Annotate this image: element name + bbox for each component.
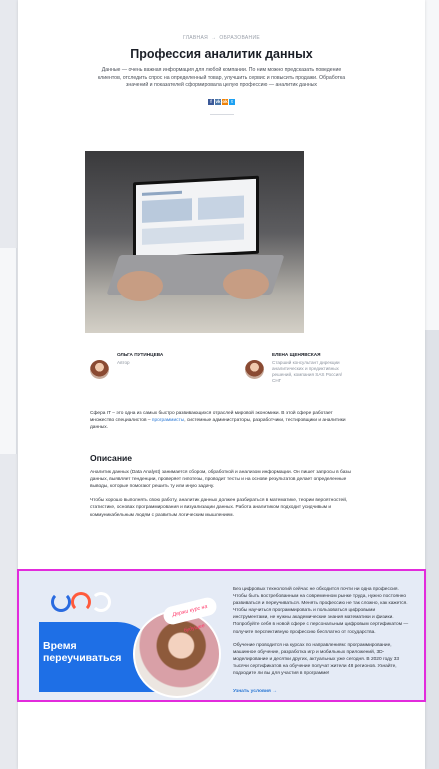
breadcrumb-section[interactable]: ОБРАЗОВАНИЕ: [219, 35, 260, 41]
hero-image: [85, 151, 304, 333]
odnoklassniki-icon[interactable]: ok: [222, 98, 228, 105]
promo-banner[interactable]: Время переучиваться Держи курс на будуще…: [31, 580, 221, 698]
banner-badge: Держи курс на будущее: [161, 595, 219, 634]
left-sidebar-fragment: [0, 248, 17, 454]
page-title: Профессия аналитик данных: [130, 47, 313, 61]
avatar: [245, 360, 264, 379]
laptop-screen: [133, 175, 259, 261]
breadcrumb-home[interactable]: ГЛАВНАЯ: [183, 35, 208, 41]
hand-right: [223, 269, 269, 299]
learn-conditions-link[interactable]: Узнать условия →: [233, 689, 411, 694]
author-name: ОЛЬГА ПУТИНЦЕВА: [117, 352, 164, 357]
hand-left: [117, 271, 163, 301]
share-buttons: f vk ok t: [18, 98, 425, 105]
expert-card[interactable]: ЕЛЕНА ЩЕНЯВСКАЯ Старший консультант дире…: [245, 352, 344, 384]
breadcrumb-separator: →: [211, 35, 217, 41]
twitter-icon[interactable]: t: [229, 98, 235, 105]
breadcrumb: ГЛАВНАЯ → ОБРАЗОВАНИЕ: [18, 35, 425, 41]
expert-role: Старший консультант дирекции аналитическ…: [272, 360, 343, 383]
article-body: Сфера IT – это одна из самых быстро разв…: [90, 410, 358, 519]
logo-ring-icon: [71, 592, 91, 612]
promo-paragraph: Обучение проводится на курсах по направл…: [233, 642, 400, 677]
author-role: Автор: [117, 360, 130, 365]
promo-paragraph: Без цифровых технологий сейчас не обходи…: [233, 587, 409, 635]
promo-text: Без цифровых технологий сейчас не обходи…: [233, 586, 411, 694]
programmers-link[interactable]: программисты: [152, 418, 184, 423]
section-heading: Описание: [90, 452, 133, 463]
banner-title: Время переучиваться: [43, 640, 122, 664]
facebook-icon[interactable]: f: [208, 98, 214, 105]
promo-block: Время переучиваться Держи курс на будуще…: [17, 569, 426, 702]
expert-name: ЕЛЕНА ЩЕНЯВСКАЯ: [272, 352, 321, 357]
vk-icon[interactable]: vk: [215, 98, 221, 105]
logo-ring-icon: [91, 592, 111, 612]
author-card[interactable]: ОЛЬГА ПУТИНЦЕВА Автор: [90, 352, 189, 379]
authors-block: ОЛЬГА ПУТИНЦЕВА Автор ЕЛЕНА ЩЕНЯВСКАЯ Ст…: [90, 352, 380, 402]
article-lead: Данные — очень важная информация для люб…: [97, 67, 346, 89]
right-sidebar-fragment: [425, 0, 439, 769]
logo-ring-icon: [51, 592, 71, 612]
top-bar: [18, 0, 425, 18]
intro-paragraph: Сфера IT – это одна из самых быстро разв…: [90, 410, 358, 432]
share-divider: [209, 113, 234, 115]
skills-paragraph: Чтобы хорошо выполнять свою работу, анал…: [90, 498, 348, 518]
avatar: [90, 360, 109, 379]
description-paragraph: Аналитик данных (Data Analyst) занимаетс…: [90, 469, 351, 490]
